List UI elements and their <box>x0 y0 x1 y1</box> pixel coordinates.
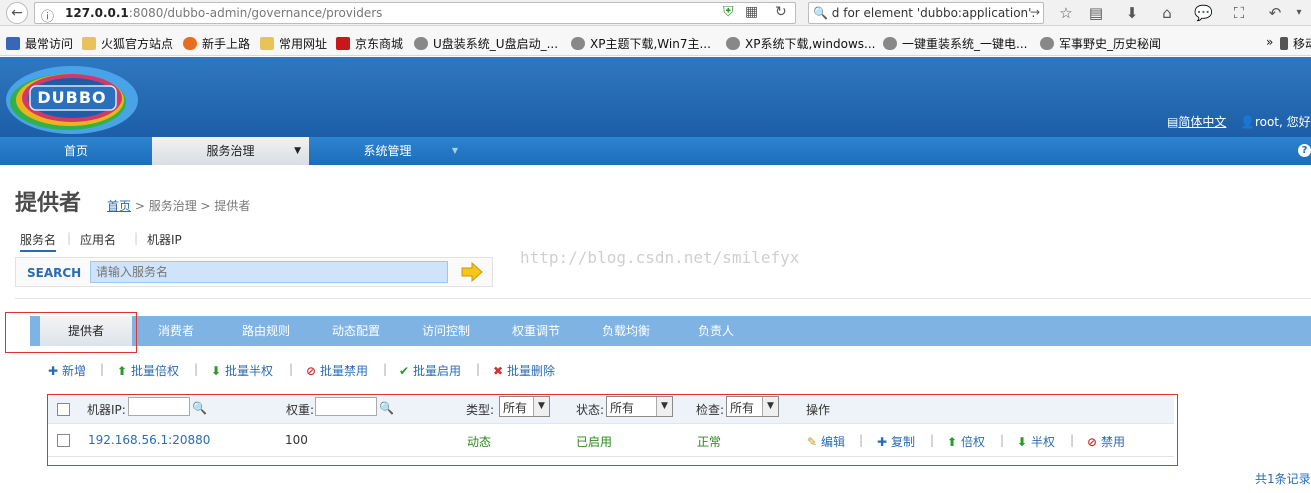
batch-disable-button[interactable]: ⊘ 批量禁用 <box>305 362 368 379</box>
mobile-icon <box>1280 37 1288 50</box>
add-button[interactable]: ✚ 新增 <box>47 362 86 379</box>
nav-system[interactable]: 系统管理 ▼ <box>309 137 466 165</box>
divider <box>15 298 1311 299</box>
reading-list-icon[interactable]: ▤ <box>1087 4 1105 22</box>
batch-delete-button[interactable]: ✖ 批量删除 <box>492 362 555 379</box>
divider: | <box>67 231 72 245</box>
jd-icon <box>336 37 350 50</box>
user-icon: 👤 <box>1240 115 1255 129</box>
star-icon[interactable]: ☆ <box>1057 4 1075 22</box>
tab-access[interactable]: 访问控制 <box>408 316 484 346</box>
bookmark-folder-icon <box>6 37 20 50</box>
bookmark-item[interactable]: 移动 <box>1280 35 1311 52</box>
main-navigation: 首页 服务治理 ▼ 系统管理 ▼ ? <box>0 137 1311 165</box>
arrow-up-icon: ⬆ <box>116 364 128 378</box>
tab-owners[interactable]: 负责人 <box>678 316 754 346</box>
url-text: 127.0.0.1:8080/dubbo-admin/governance/pr… <box>65 6 383 20</box>
nav-home[interactable]: 首页 <box>0 137 152 165</box>
bookmark-item[interactable]: 新手上路 <box>183 35 250 52</box>
bookmarks-bar: 最常访问 火狐官方站点 新手上路 常用网址 京东商城 U盘装系统_U盘启动_..… <box>0 26 1311 56</box>
chat-icon[interactable]: 💬 <box>1194 4 1213 22</box>
folder-icon <box>82 37 96 50</box>
search-tab-service[interactable]: 服务名 <box>20 231 57 252</box>
divider: | <box>134 231 139 245</box>
x-icon: ✖ <box>492 364 504 378</box>
forbidden-icon: ⊘ <box>305 364 317 378</box>
globe-icon <box>883 37 897 50</box>
bookmark-item[interactable]: 军事野史_历史秘闻 <box>1040 35 1161 52</box>
bookmark-item[interactable]: 火狐官方站点 <box>82 35 173 52</box>
tab-loadbalance[interactable]: 负载均衡 <box>588 316 664 346</box>
search-panel: SEARCH <box>15 257 493 287</box>
watermark: http://blog.csdn.net/smilefyx <box>520 248 800 267</box>
tab-overrides[interactable]: 动态配置 <box>318 316 394 346</box>
language-link[interactable]: ▤简体中文 <box>1167 113 1226 130</box>
bookmark-item[interactable]: U盘装系统_U盘启动_... <box>414 35 558 52</box>
globe-icon <box>726 37 740 50</box>
browser-toolbar: ← ⓘ 127.0.0.1:8080/dubbo-admin/governanc… <box>0 0 1311 26</box>
undo-menu-icon[interactable]: ▾ <box>1290 4 1308 22</box>
globe-icon <box>414 37 428 50</box>
bookmark-item[interactable]: 常用网址 <box>260 35 327 52</box>
record-count: 共1条记录 <box>1255 472 1311 486</box>
bookmark-item[interactable]: 最常访问 <box>6 35 73 52</box>
arrow-down-icon: ⬇ <box>210 364 222 378</box>
undo-icon[interactable]: ↶ <box>1266 4 1284 22</box>
tab-weights[interactable]: 权重调节 <box>498 316 574 346</box>
check-icon: ✔ <box>398 364 410 378</box>
folder-icon <box>260 37 274 50</box>
chevron-down-icon: ▼ <box>451 146 458 155</box>
app-header: DUBBO ▤简体中文 👤root, 您好 <box>0 57 1311 137</box>
crop-icon[interactable]: ⛶ <box>1230 4 1248 22</box>
divider: | <box>289 362 294 376</box>
reload-icon[interactable]: ↻ <box>775 4 787 20</box>
breadcrumb: 首页 > 服务治理 > 提供者 <box>107 199 251 213</box>
search-go-icon[interactable]: → <box>1030 5 1040 19</box>
browser-search-input[interactable]: 🔍 d for element 'dubbo:application'. <box>808 2 1044 24</box>
page-title: 提供者 <box>15 191 82 216</box>
arrow-right-icon[interactable] <box>460 262 484 282</box>
divider: | <box>476 362 481 376</box>
batch-double-button[interactable]: ⬆ 批量倍权 <box>116 362 179 379</box>
bookmark-item[interactable]: XP系统下载,windows... <box>726 35 876 52</box>
logo-text: DUBBO <box>37 88 107 107</box>
firefox-icon <box>183 37 197 50</box>
bookmarks-overflow-button[interactable]: » <box>1266 35 1273 49</box>
shield-icon[interactable]: ⛨ <box>723 4 734 20</box>
globe-icon <box>1040 37 1054 50</box>
user-greeting[interactable]: 👤root, 您好 <box>1240 113 1311 130</box>
batch-half-button[interactable]: ⬇ 批量半权 <box>210 362 273 379</box>
search-input[interactable] <box>90 261 448 283</box>
tab-routes[interactable]: 路由规则 <box>228 316 304 346</box>
bookmark-item[interactable]: 一键重装系统_一键电... <box>883 35 1027 52</box>
search-label: SEARCH <box>27 266 82 280</box>
chevron-down-icon: ▼ <box>294 146 301 156</box>
bookmark-item[interactable]: 京东商城 <box>336 35 403 52</box>
globe-icon <box>571 37 585 50</box>
sub-tabs: 提供者 消费者 路由规则 动态配置 访问控制 权重调节 负载均衡 负责人 <box>30 316 1311 346</box>
divider: | <box>100 362 105 376</box>
breadcrumb-home-link[interactable]: 首页 <box>107 199 131 213</box>
highlight-box <box>47 394 1178 466</box>
help-icon[interactable]: ? <box>1298 144 1311 157</box>
document-icon: ▤ <box>1167 115 1179 129</box>
divider: | <box>383 362 388 376</box>
info-icon[interactable]: ⓘ <box>41 6 54 25</box>
download-icon[interactable]: ⬇ <box>1123 4 1141 22</box>
tab-consumers[interactable]: 消费者 <box>140 316 212 346</box>
divider: | <box>194 362 199 376</box>
search-tab-application[interactable]: 应用名 <box>80 231 116 248</box>
nav-governance[interactable]: 服务治理 ▼ <box>152 137 309 165</box>
highlight-box <box>5 312 137 353</box>
plus-icon: ✚ <box>47 364 59 378</box>
back-button[interactable]: ← <box>6 2 28 24</box>
bookmark-item[interactable]: XP主题下载,Win7主... <box>571 35 711 52</box>
qrcode-icon[interactable]: ▦ <box>745 4 758 20</box>
search-tab-ip[interactable]: 机器IP <box>147 231 182 248</box>
batch-enable-button[interactable]: ✔ 批量启用 <box>398 362 461 379</box>
address-bar[interactable]: ⓘ 127.0.0.1:8080/dubbo-admin/governance/… <box>34 2 796 25</box>
home-icon[interactable]: ⌂ <box>1158 4 1176 22</box>
